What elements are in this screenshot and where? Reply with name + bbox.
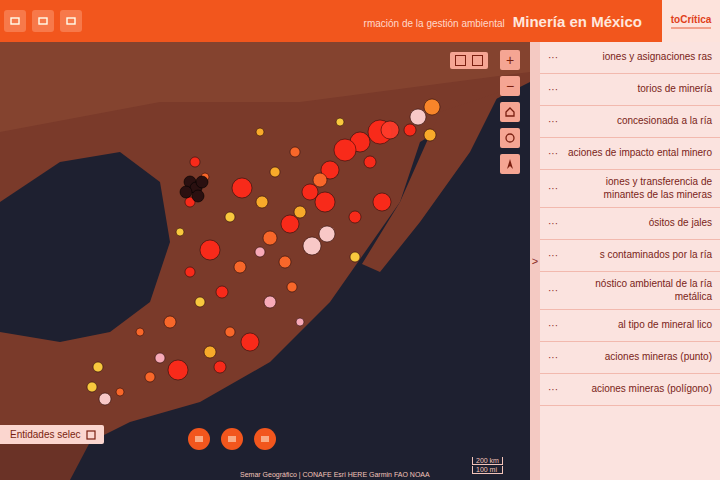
action-button[interactable]	[188, 428, 210, 450]
body: +−Entidades selecSemar Geográfico | CONA…	[0, 42, 720, 480]
subtitle: rmación de la gestión ambiental	[364, 18, 505, 29]
logo[interactable]: toCrítica	[662, 0, 720, 42]
scale-label: 200 km	[472, 457, 503, 465]
item-label: s contaminados por la ría	[566, 249, 712, 262]
sidebar-item[interactable]: ··· iones y transferencia de minantes de …	[540, 170, 720, 208]
sidebar-item[interactable]: ··· aciones mineras (punto)	[540, 342, 720, 374]
compass-icon	[504, 158, 516, 170]
locate-button[interactable]	[500, 128, 520, 148]
more-button[interactable]: ···	[548, 116, 558, 127]
sidebar-item[interactable]: ··· s contaminados por la ría	[540, 240, 720, 272]
item-label: concesionada a la ría	[566, 115, 712, 128]
map-controls: +−	[500, 50, 520, 174]
filter-label: Entidades selec	[10, 429, 81, 440]
header-button[interactable]	[4, 10, 26, 32]
sidebar-item[interactable]: ··· concesionada a la ría	[540, 106, 720, 138]
sidebar-item[interactable]: ··· ósitos de jales	[540, 208, 720, 240]
home-button[interactable]	[500, 102, 520, 122]
title-box: rmación de la gestión ambiental Minería e…	[90, 13, 654, 30]
more-button[interactable]: ···	[548, 183, 558, 194]
scale-bar: 200 km100 mi	[472, 457, 503, 474]
logo-line	[671, 27, 711, 29]
map-canvas-icon	[0, 42, 530, 480]
more-button[interactable]: ···	[548, 218, 558, 229]
sidebar-item[interactable]: ··· al tipo de mineral lico	[540, 310, 720, 342]
header-button[interactable]	[32, 10, 54, 32]
more-button[interactable]: ···	[548, 148, 558, 159]
item-label: aciones mineras (punto)	[566, 351, 712, 364]
sidebar-item[interactable]: ··· iones y asignaciones ras	[540, 42, 720, 74]
item-label: al tipo de mineral lico	[566, 319, 712, 332]
header: rmación de la gestión ambiental Minería e…	[0, 0, 720, 42]
sidebar-item[interactable]: ··· nóstico ambiental de la ría metálica	[540, 272, 720, 310]
legend-icon	[472, 55, 483, 66]
home-icon	[504, 106, 516, 118]
more-button[interactable]: ···	[548, 285, 558, 296]
item-label: aciones mineras (polígono)	[566, 383, 712, 396]
more-button[interactable]: ···	[548, 52, 558, 63]
more-button[interactable]: ···	[548, 320, 558, 331]
header-tools	[4, 10, 82, 32]
locate-icon	[504, 132, 516, 144]
action-icon	[260, 434, 270, 444]
zoom-button[interactable]: −	[500, 76, 520, 96]
scale-label: 100 mi	[472, 466, 503, 474]
panel-toggle[interactable]: >	[530, 42, 540, 480]
action-button[interactable]	[221, 428, 243, 450]
tool-icon	[9, 15, 21, 27]
filter-icon	[86, 430, 96, 440]
item-label: iones y transferencia de minantes de las…	[566, 176, 712, 201]
map[interactable]: +−Entidades selecSemar Geográfico | CONA…	[0, 42, 530, 480]
action-icon	[194, 434, 204, 444]
item-label: torios de minería	[566, 83, 712, 96]
item-label: ósitos de jales	[566, 217, 712, 230]
attribution: Semar Geográfico | CONAFE Esri HERE Garm…	[240, 471, 430, 478]
sidebar-item[interactable]: ··· torios de minería	[540, 74, 720, 106]
compass-button[interactable]	[500, 154, 520, 174]
title: Minería en México	[513, 13, 642, 30]
item-label: iones y asignaciones ras	[566, 51, 712, 64]
tool-icon	[37, 15, 49, 27]
action-icon	[227, 434, 237, 444]
logo-text: toCrítica	[671, 14, 712, 25]
header-button[interactable]	[60, 10, 82, 32]
map-actions	[188, 428, 276, 450]
action-button[interactable]	[254, 428, 276, 450]
zoom-button[interactable]: +	[500, 50, 520, 70]
item-label: nóstico ambiental de la ría metálica	[566, 278, 712, 303]
more-button[interactable]: ···	[548, 384, 558, 395]
sidebar-item[interactable]: ··· aciones mineras (polígono)	[540, 374, 720, 406]
more-button[interactable]: ···	[548, 250, 558, 261]
item-label: aciones de impacto ental minero	[566, 147, 712, 160]
layer-toolbar[interactable]	[450, 52, 488, 69]
sidebar: ··· iones y asignaciones ras ··· torios de …	[540, 42, 720, 480]
more-button[interactable]: ···	[548, 84, 558, 95]
layer-icon	[455, 55, 466, 66]
filter-button[interactable]: Entidades selec	[0, 425, 104, 444]
more-button[interactable]: ···	[548, 352, 558, 363]
tool-icon	[65, 15, 77, 27]
sidebar-item[interactable]: ··· aciones de impacto ental minero	[540, 138, 720, 170]
app: rmación de la gestión ambiental Minería e…	[0, 0, 720, 480]
